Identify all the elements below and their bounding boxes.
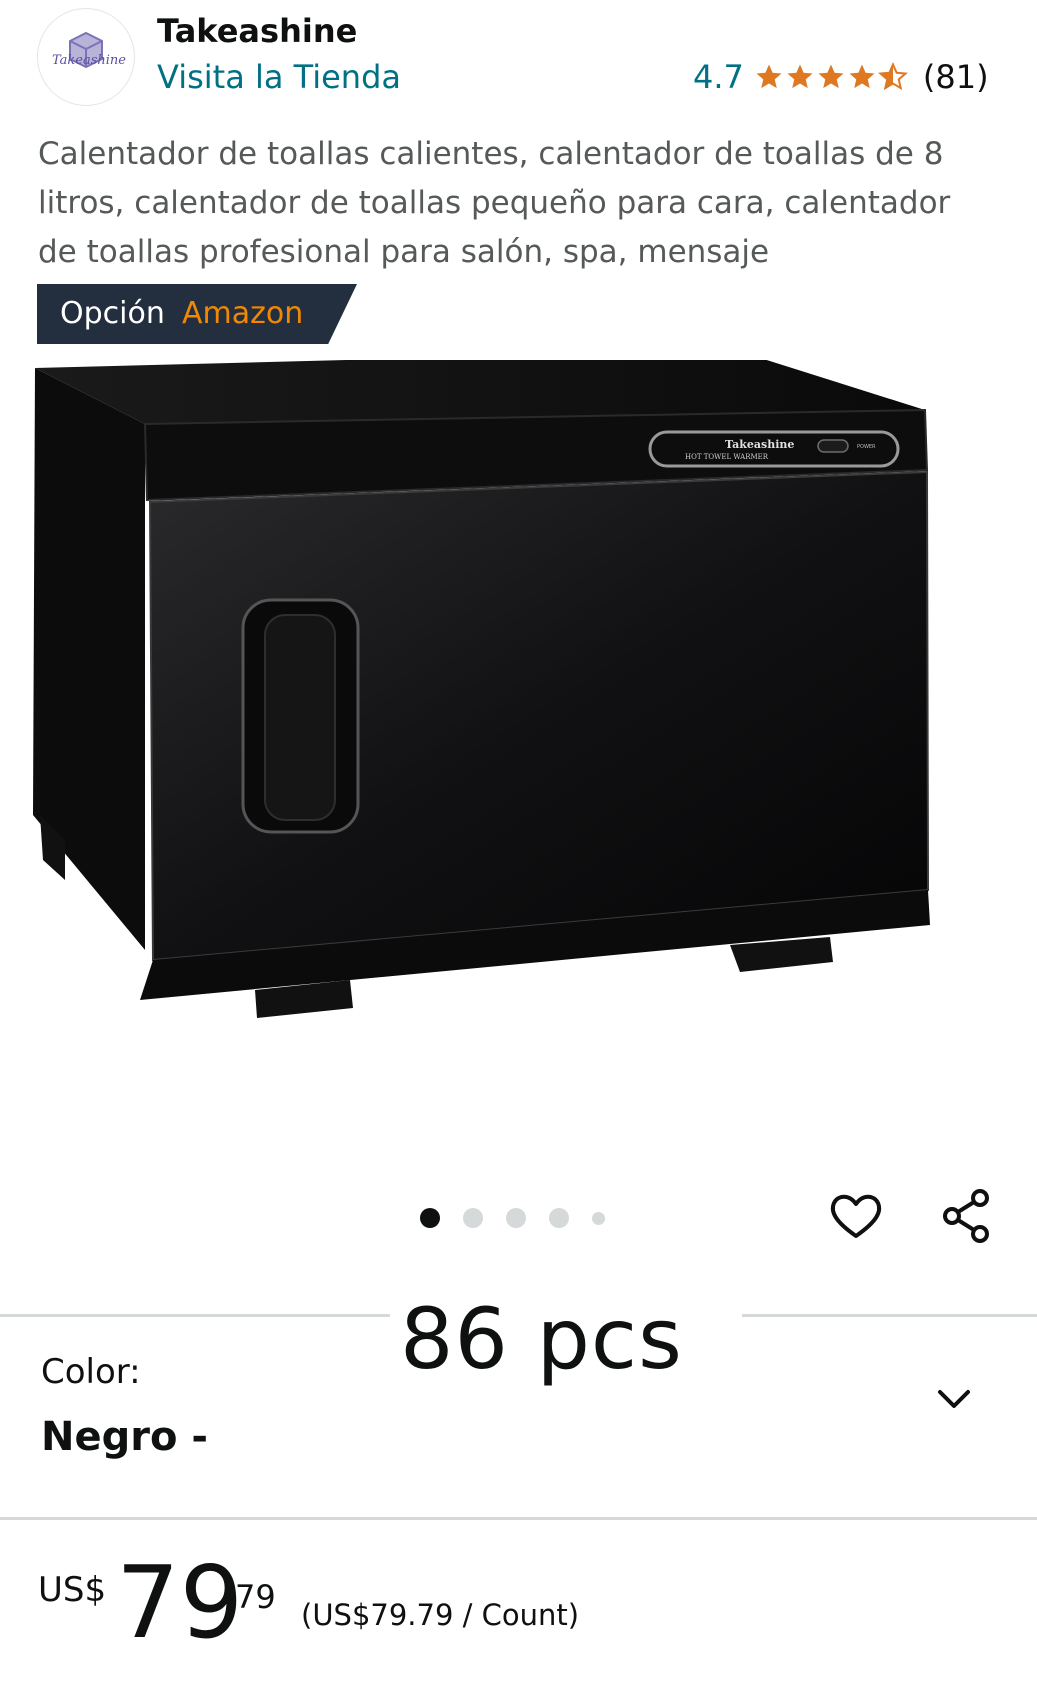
- store-logo[interactable]: Takeashine: [37, 8, 135, 106]
- badge-brand: Amazon: [182, 296, 304, 331]
- visit-store-link[interactable]: Visita la Tienda: [157, 58, 401, 96]
- review-count: (81): [922, 58, 989, 96]
- star-full-icon: [787, 64, 813, 89]
- chevron-down-icon[interactable]: [932, 1377, 976, 1421]
- star-rating: [754, 62, 909, 92]
- star-full-icon: [849, 64, 875, 89]
- price-whole: 79: [116, 1544, 244, 1661]
- carousel-dot[interactable]: [506, 1208, 526, 1228]
- divider: [0, 1517, 1037, 1520]
- unit-price: (US$79.79 / Count): [301, 1598, 580, 1632]
- divider: [0, 1314, 390, 1317]
- device-power-label: POWER: [857, 444, 876, 450]
- star-full-icon: [818, 64, 844, 89]
- product-title: Calentador de toallas calientes, calenta…: [38, 136, 951, 270]
- carousel-dot[interactable]: [463, 1208, 483, 1228]
- product-image[interactable]: Takeashine HOT TOWEL WARMER POWER: [25, 360, 1015, 1120]
- badge-prefix: Opción: [60, 296, 165, 331]
- logo-wordmark: Takeashine: [52, 53, 127, 68]
- share-icon[interactable]: [936, 1186, 996, 1246]
- carousel-dot[interactable]: [549, 1208, 569, 1228]
- star-half-icon: [877, 62, 908, 91]
- divider: [742, 1314, 1037, 1317]
- heart-icon[interactable]: [826, 1186, 886, 1246]
- device-brand-label: Takeashine: [725, 438, 794, 451]
- color-label: Color:: [41, 1352, 141, 1392]
- price-fraction: 79: [235, 1578, 276, 1616]
- brand-name: Takeashine: [157, 12, 358, 50]
- rating-value: 4.7: [693, 58, 744, 96]
- carousel-dot[interactable]: [420, 1208, 440, 1228]
- color-value[interactable]: Negro -: [41, 1414, 208, 1460]
- image-carousel-indicator[interactable]: [420, 1208, 628, 1228]
- overlay-quantity-text: 86 pcs: [400, 1290, 683, 1388]
- amazon-choice-badge[interactable]: Opción Amazon: [37, 284, 357, 344]
- star-full-icon: [756, 64, 782, 89]
- price-currency: US$: [38, 1570, 107, 1610]
- device-model-label: HOT TOWEL WARMER: [685, 453, 769, 461]
- carousel-dot[interactable]: [592, 1211, 605, 1225]
- rating-summary[interactable]: 4.7 (81): [693, 58, 989, 96]
